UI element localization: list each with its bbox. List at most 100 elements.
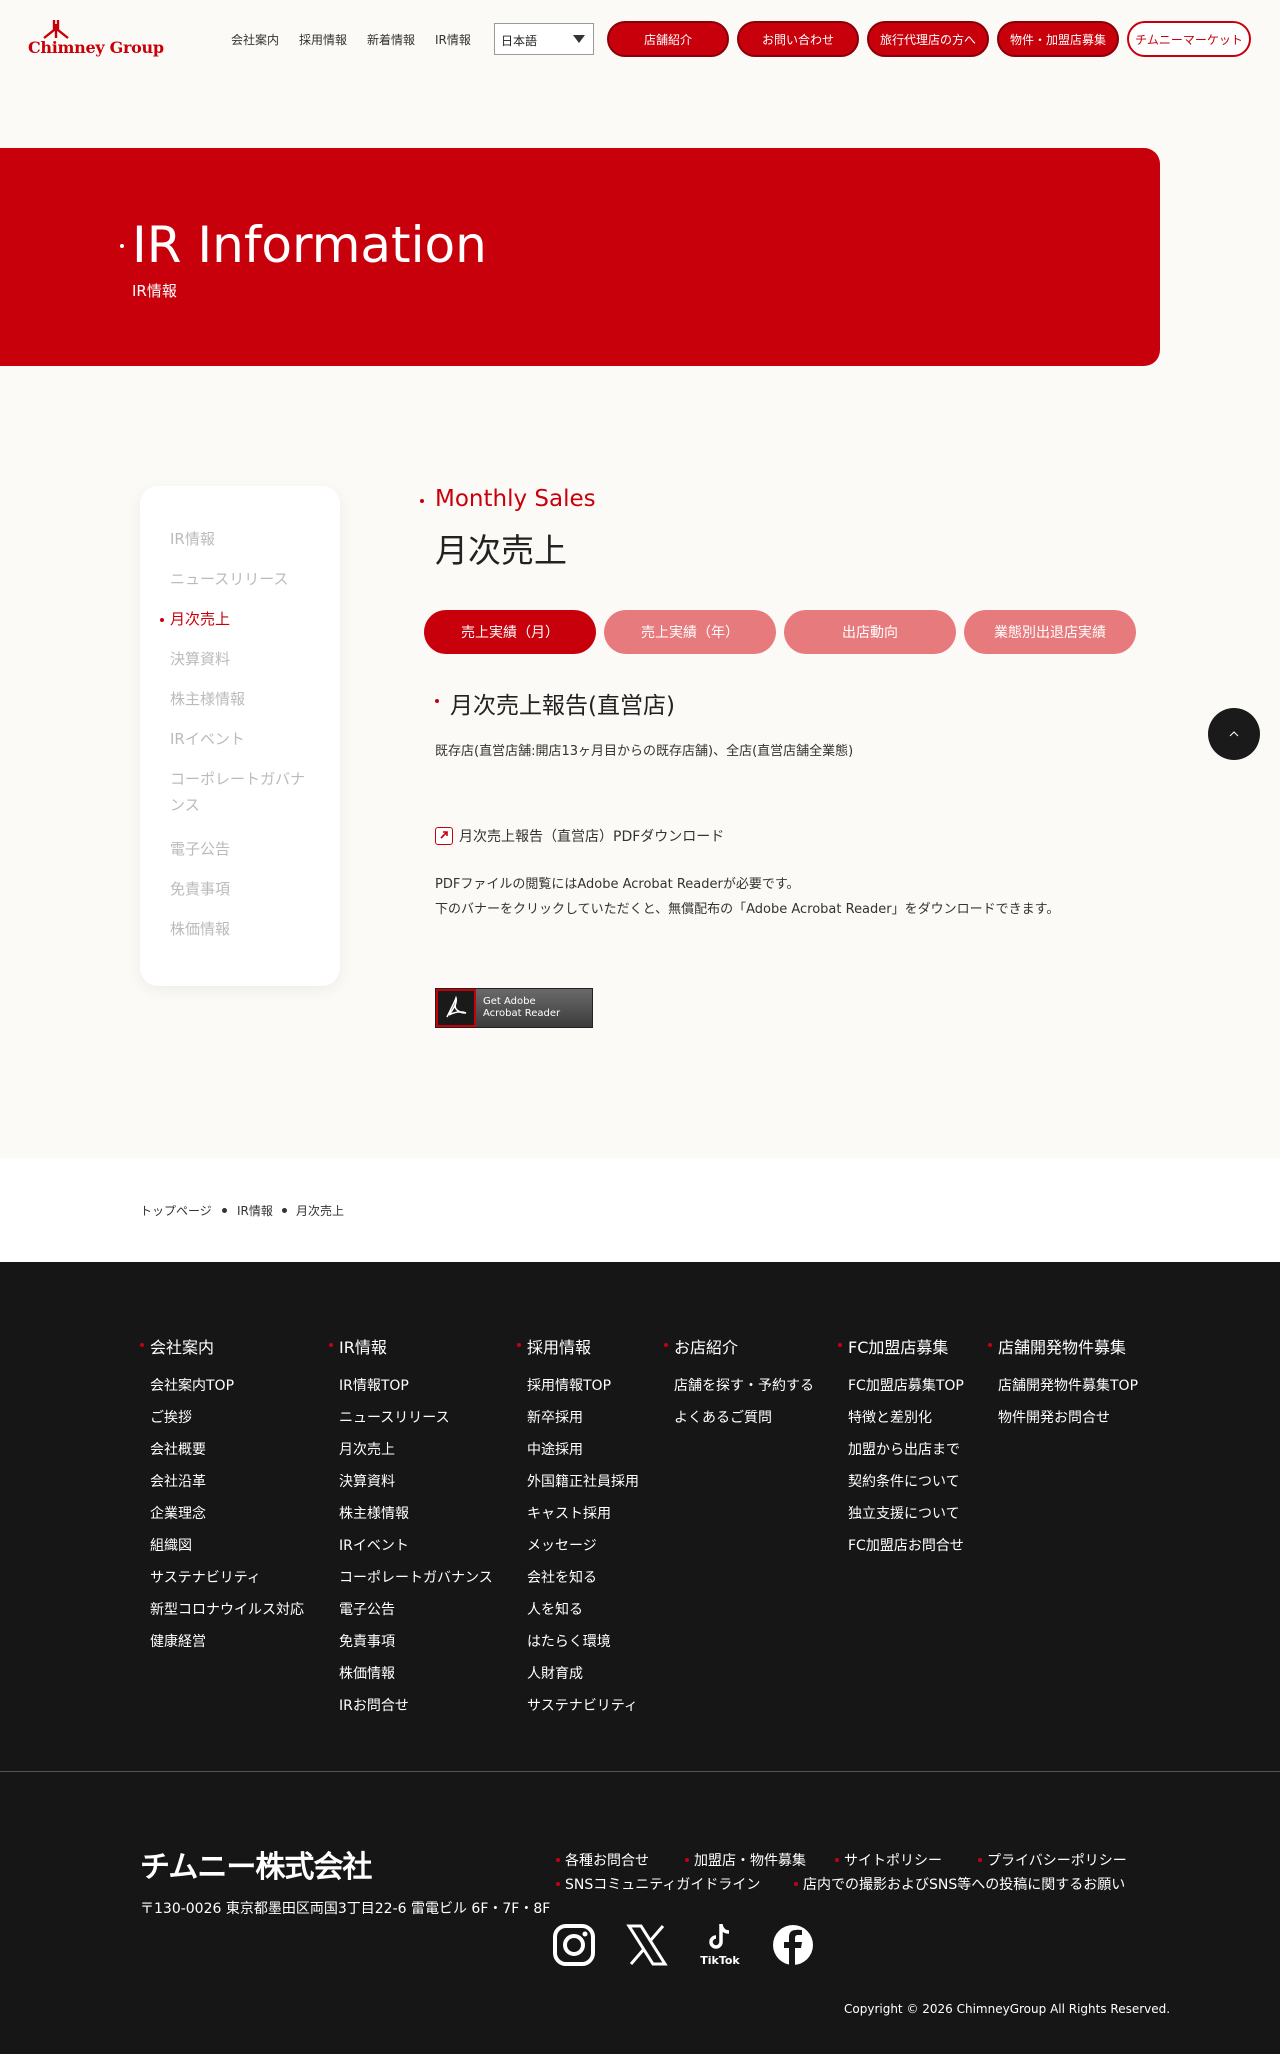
report-description: 既存店(直営店舗:開店13ヶ月目からの既存店舗)、全店(直営店舗全業態) (435, 744, 854, 759)
footer-link[interactable]: FC加盟店お問合せ (848, 1535, 964, 1555)
adobe-banner-text: Get Adobe Acrobat Reader (483, 996, 560, 1020)
footer-link[interactable]: 店舗を探す・予約する (674, 1375, 814, 1395)
tab-store-openings[interactable]: 出店動向 (784, 610, 956, 654)
footer-link[interactable]: ご挨拶 (150, 1407, 192, 1427)
back-to-top-button[interactable] (1208, 708, 1260, 760)
tab-sales-yearly[interactable]: 売上実績（年） (604, 610, 776, 654)
nav-recruit[interactable]: 採用情報 (299, 31, 347, 48)
footer-link[interactable]: FC加盟店募集TOP (848, 1375, 964, 1395)
footer-link[interactable]: 株主様情報 (339, 1503, 409, 1523)
footer-link[interactable]: 物件開発お問合せ (998, 1407, 1110, 1427)
tiktok-icon[interactable]: TikTok (697, 1922, 743, 1968)
instagram-icon[interactable] (551, 1922, 597, 1968)
footer-link[interactable]: 新卒採用 (527, 1407, 583, 1427)
footer-col-title-stores[interactable]: お店紹介 (663, 1334, 738, 1358)
footer-link[interactable]: よくあるご質問 (674, 1407, 772, 1427)
footer-col-title-ir[interactable]: IR情報 (329, 1334, 387, 1358)
footer-link[interactable]: 独立支援について (848, 1503, 960, 1523)
tab-sales-monthly[interactable]: 売上実績（月） (424, 610, 596, 654)
footer-link[interactable]: コーポレートガバナンス (339, 1567, 493, 1587)
footer-col-title-franchise[interactable]: FC加盟店募集 (837, 1334, 948, 1358)
stores-button[interactable]: 店舗紹介 (607, 21, 729, 57)
policy-link-photo-request[interactable]: 店内での撮影およびSNS等への投稿に関するお願い (793, 1874, 1125, 1894)
corp-name-logo: チムニー株式会社 (140, 1850, 372, 1885)
footer-link[interactable]: 免責事項 (339, 1631, 395, 1651)
contact-button[interactable]: お問い合わせ (737, 21, 859, 57)
footer-link[interactable]: 人を知る (527, 1599, 583, 1619)
footer-link[interactable]: 人財育成 (527, 1663, 583, 1683)
chimney-market-button[interactable]: チムニーマーケット (1127, 21, 1251, 57)
policy-link-privacy[interactable]: プライバシーポリシー (978, 1850, 1127, 1870)
footer-link[interactable]: サステナビリティ (150, 1567, 261, 1587)
policy-link-franchise[interactable]: 加盟店・物件募集 (685, 1850, 806, 1870)
breadcrumb-separator (282, 1208, 287, 1213)
footer-link[interactable]: ニュースリリース (339, 1407, 450, 1427)
sidebar-item-ir-events[interactable]: IRイベント (170, 726, 320, 752)
breadcrumb-top[interactable]: トップページ (140, 1202, 212, 1219)
footer-link[interactable]: メッセージ (527, 1535, 597, 1555)
ir-sidebar: IR情報 ニュースリリース 月次売上 決算資料 株主様情報 IRイベント コーポ… (140, 486, 340, 986)
footer-link[interactable]: 加盟から出店まで (848, 1439, 960, 1459)
footer-link[interactable]: 外国籍正社員採用 (527, 1471, 639, 1491)
footer-link[interactable]: サステナビリティ (527, 1695, 638, 1715)
footer-link[interactable]: 契約条件について (848, 1471, 960, 1491)
footer-link[interactable]: 企業理念 (150, 1503, 206, 1523)
footer-col-title-recruit[interactable]: 採用情報 (516, 1334, 591, 1358)
nav-ir[interactable]: IR情報 (435, 31, 471, 48)
sidebar-item-e-notice[interactable]: 電子公告 (170, 836, 320, 862)
chevron-up-icon (1229, 731, 1239, 737)
footer-link[interactable]: 採用情報TOP (527, 1375, 611, 1395)
footer-link[interactable]: 店舗開発物件募集TOP (998, 1375, 1138, 1395)
policy-link-contact[interactable]: 各種お問合せ (556, 1850, 649, 1870)
tiktok-label: TikTok (700, 1954, 740, 1967)
sidebar-item-shareholders[interactable]: 株主様情報 (170, 686, 320, 712)
policy-link-sns-guideline[interactable]: SNSコミュニティガイドライン (555, 1874, 760, 1894)
footer-link[interactable]: はたらく環境 (527, 1631, 611, 1651)
site-header: Chimney Group 会社案内 採用情報 新着情報 IR情報 日本語 店舗… (0, 0, 1280, 80)
facebook-icon[interactable] (770, 1922, 816, 1968)
chimney-group-logo[interactable]: Chimney Group (28, 20, 164, 60)
footer-link[interactable]: 組織図 (150, 1535, 192, 1555)
travel-agency-button[interactable]: 旅行代理店の方へ (867, 21, 989, 57)
adobe-line1: Get Adobe (483, 996, 536, 1007)
footer-link[interactable]: 特徴と差別化 (848, 1407, 932, 1427)
nav-news[interactable]: 新着情報 (367, 31, 415, 48)
pdf-download-link[interactable]: 月次売上報告（直営店）PDFダウンロード (435, 826, 724, 846)
footer-link[interactable]: 中途採用 (527, 1439, 583, 1459)
language-select[interactable]: 日本語 (494, 23, 594, 55)
footer-link[interactable]: IRお問合せ (339, 1695, 409, 1715)
footer-link[interactable]: 決算資料 (339, 1471, 395, 1491)
footer-link[interactable]: 健康経営 (150, 1631, 206, 1651)
sidebar-item-news-release[interactable]: ニュースリリース (170, 566, 320, 592)
footer-link[interactable]: IRイベント (339, 1535, 409, 1555)
policy-link-site-policy[interactable]: サイトポリシー (835, 1850, 942, 1870)
sidebar-item-monthly-sales[interactable]: 月次売上 (160, 606, 320, 632)
footer-col-title-company[interactable]: 会社案内 (139, 1334, 214, 1358)
heading-bullet (435, 699, 439, 703)
footer-col-title-property[interactable]: 店舗開発物件募集 (987, 1334, 1126, 1358)
nav-company[interactable]: 会社案内 (231, 31, 279, 48)
get-adobe-reader-banner[interactable]: Get Adobe Acrobat Reader (435, 988, 593, 1028)
sidebar-item-stock-price[interactable]: 株価情報 (170, 916, 320, 942)
footer-link[interactable]: 月次売上 (339, 1439, 395, 1459)
sidebar-item-governance[interactable]: コーポレートガバナンス (170, 766, 320, 818)
footer-link[interactable]: キャスト採用 (527, 1503, 611, 1523)
logo-text: Chimney Group (28, 38, 164, 57)
sidebar-item-disclaimer[interactable]: 免責事項 (170, 876, 320, 902)
footer-link[interactable]: 会社を知る (527, 1567, 597, 1587)
sidebar-item-financial-docs[interactable]: 決算資料 (170, 646, 320, 672)
footer-link[interactable]: 会社沿革 (150, 1471, 206, 1491)
breadcrumb-ir[interactable]: IR情報 (237, 1202, 273, 1219)
sidebar-item-ir[interactable]: IR情報 (170, 526, 320, 552)
tab-openings-by-format[interactable]: 業態別出退店実績 (964, 610, 1136, 654)
x-icon[interactable] (624, 1922, 670, 1968)
hero-subtitle: IR情報 (132, 282, 177, 300)
footer-link[interactable]: 新型コロナウイルス対応 (150, 1599, 304, 1619)
footer-link[interactable]: 会社案内TOP (150, 1375, 234, 1395)
adobe-line2: Acrobat Reader (483, 1008, 561, 1019)
footer-link[interactable]: IR情報TOP (339, 1375, 409, 1395)
footer-link[interactable]: 電子公告 (339, 1599, 395, 1619)
footer-link[interactable]: 株価情報 (339, 1663, 395, 1683)
property-franchise-button[interactable]: 物件・加盟店募集 (997, 21, 1119, 57)
footer-link[interactable]: 会社概要 (150, 1439, 206, 1459)
